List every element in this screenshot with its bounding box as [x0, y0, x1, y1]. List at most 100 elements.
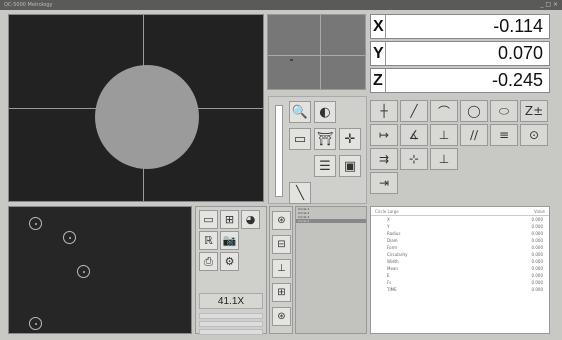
feature-tool-icon[interactable]: ⊛ — [272, 307, 291, 326]
feature-point-marker[interactable] — [29, 217, 42, 230]
light-intensity-slider[interactable] — [275, 105, 283, 197]
feature-point-marker[interactable] — [29, 317, 42, 330]
magnifier-icon[interactable]: 🔍 — [289, 101, 311, 123]
dro-axis-label: Y — [371, 42, 386, 65]
layout-icon[interactable]: ⊞ — [220, 210, 239, 229]
results-header: Circle Large Value — [371, 207, 549, 216]
dro-axis-label: Z — [371, 69, 386, 92]
title-bar: QC-5000 Metrology _ □ × — [0, 0, 562, 10]
result-row: Fs 0.000 — [371, 279, 549, 286]
point-icon[interactable]: ┼ — [370, 100, 398, 122]
result-value: 0.000 — [531, 217, 543, 222]
angle-icon[interactable]: ∡ — [400, 124, 428, 146]
results-title: Circle Large — [375, 209, 399, 214]
result-label: Radius — [387, 231, 401, 236]
dro-row-x: X -0.114 — [370, 14, 550, 39]
probe-icon[interactable]: ╲ — [289, 182, 311, 204]
camera-icon[interactable]: 📷 — [220, 231, 239, 250]
result-label: E — [387, 273, 390, 278]
result-row: Mean 0.000 — [371, 265, 549, 272]
result-label: Fs — [387, 280, 392, 285]
width-icon[interactable]: ≡ — [490, 124, 518, 146]
dro-row-y: Y 0.070 — [370, 41, 550, 66]
result-value: 0.000 — [531, 245, 543, 250]
color-icon[interactable]: ◕ — [241, 210, 260, 229]
results-panel: Circle Large Value X 0.000 Y 0.000 Radius 0.0… — [370, 206, 550, 334]
status-field — [199, 329, 263, 335]
result-value: 0.000 — [531, 287, 543, 292]
settings-icon[interactable]: ⚙ — [220, 252, 239, 271]
feature-tool-icon[interactable]: ⊞ — [272, 283, 291, 302]
result-label: Form — [387, 245, 398, 250]
ringlight-icon[interactable]: ⛩ — [314, 128, 336, 150]
feature-tool-icon[interactable]: ⊟ — [272, 235, 291, 254]
align-icon[interactable]: ⇉ — [370, 148, 398, 170]
result-row: Radius 0.000 — [371, 230, 549, 237]
thumb-position-marker — [290, 59, 293, 61]
dro-row-z: Z -0.245 — [370, 68, 550, 93]
result-value: 0.000 — [531, 273, 543, 278]
slot-icon[interactable]: ⬭ — [490, 100, 518, 122]
result-row: E 0.000 — [371, 272, 549, 279]
result-row: TIME 0.000 — [371, 286, 549, 293]
status-field — [199, 313, 263, 319]
grid-icon[interactable]: ☰ — [314, 155, 336, 177]
result-label: Diam — [387, 238, 398, 243]
feature-point-marker[interactable] — [77, 265, 90, 278]
crosshair-icon[interactable]: ✛ — [339, 128, 361, 150]
arc-icon[interactable]: ⌒ — [430, 100, 458, 122]
result-value: 0.000 — [531, 231, 543, 236]
result-label: Width — [387, 259, 399, 264]
result-label: TIME — [387, 287, 397, 292]
dro-value: -0.114 — [493, 16, 543, 36]
z-height-icon[interactable]: Z± — [520, 100, 548, 122]
feature-tool-icon[interactable]: ⊥ — [272, 259, 291, 278]
circle-icon[interactable]: ◯ — [460, 100, 488, 122]
origin-icon[interactable]: ⊹ — [400, 148, 428, 170]
zoom-readout: 41.1X — [199, 293, 263, 309]
print-icon[interactable]: ⎙ — [199, 252, 218, 271]
status-field — [199, 321, 263, 327]
export-icon[interactable]: ⇥ — [370, 172, 398, 194]
backlight-icon[interactable]: ▭ — [289, 128, 311, 150]
result-value: 0.000 — [531, 259, 543, 264]
window-icon[interactable]: ▭ — [199, 210, 218, 229]
part-view[interactable] — [8, 206, 192, 334]
result-row: Form 0.000 — [371, 244, 549, 251]
window-controls[interactable]: _ □ × — [540, 0, 558, 10]
tools-panel: ▭ ⊞ ◕ ℝ 📷 ⎙ ⚙ 41.1X — [195, 206, 267, 335]
feature-list-item[interactable]: Circle 4 — [296, 219, 366, 223]
main-camera-view[interactable] — [8, 14, 264, 202]
overview-thumbnail[interactable] — [267, 14, 366, 90]
thumb-crosshair-horizontal — [268, 55, 365, 56]
result-value: 0.000 — [531, 266, 543, 271]
text-icon[interactable]: ℝ — [199, 231, 218, 250]
result-value: 0.000 — [531, 238, 543, 243]
result-row: Width 0.000 — [371, 258, 549, 265]
datum-icon[interactable]: ⊥ — [430, 148, 458, 170]
line-icon[interactable]: ╱ — [400, 100, 428, 122]
parallel-icon[interactable]: ∕∕ — [460, 124, 488, 146]
circular-part-image — [95, 65, 199, 169]
measure-toolbar: ┼ ╱ ⌒ ◯ ⬭ Z± ↦ ∡ ⊥ ∕∕ ≡ ⊙ ⇉ ⊹ ⊥ ⇥ — [370, 100, 550, 196]
result-label: Circularity — [387, 252, 408, 257]
feature-tool-icon[interactable]: ⊛ — [272, 211, 291, 230]
feature-list[interactable]: Circle 1 Circle 2 Circle 3 Circle 4 — [295, 206, 367, 334]
profile-icon[interactable]: ▣ — [339, 155, 361, 177]
contrast-icon[interactable]: ◐ — [314, 101, 336, 123]
result-row: X 0.000 — [371, 216, 549, 223]
perpendicular-icon[interactable]: ⊥ — [430, 124, 458, 146]
distance-icon[interactable]: ↦ — [370, 124, 398, 146]
lighting-tool-grid: 🔍 ◐ ▭ ⛩ ✛ ☰ ▣ ╲ — [289, 101, 361, 206]
feature-point-marker[interactable] — [63, 231, 76, 244]
dro-value: -0.245 — [491, 70, 543, 90]
result-value: 0.000 — [531, 252, 543, 257]
dro-axis-label: X — [371, 15, 386, 38]
concentric-icon[interactable]: ⊙ — [520, 124, 548, 146]
